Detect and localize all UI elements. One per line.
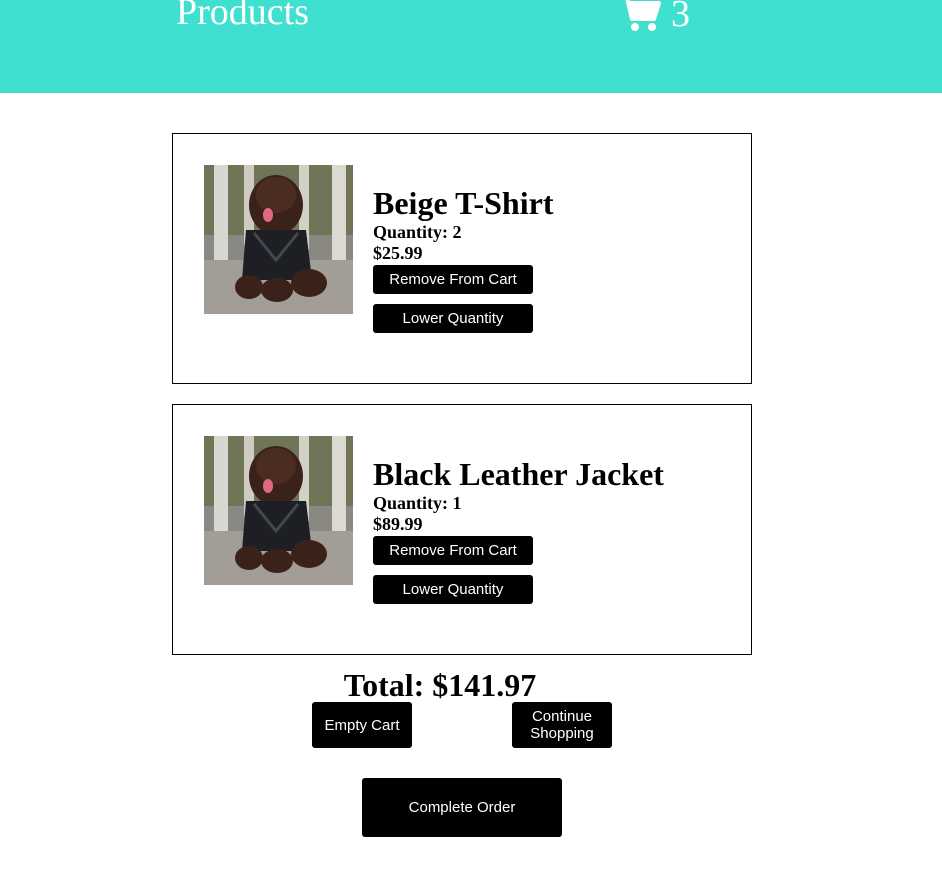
cart-item-info: Black Leather Jacket Quantity: 1 $89.99	[373, 455, 664, 534]
remove-from-cart-button[interactable]: Remove From Cart	[373, 265, 533, 294]
cart-count[interactable]: 3	[671, 0, 690, 38]
complete-order-button[interactable]: Complete Order	[362, 778, 562, 837]
product-price: $89.99	[373, 514, 423, 534]
header-bar: Products 3	[0, 0, 942, 93]
cart-total: Total: $141.97	[343, 667, 537, 703]
remove-from-cart-button[interactable]: Remove From Cart	[373, 536, 533, 565]
cart-link[interactable]: 3	[619, 0, 690, 39]
product-name: Beige T-Shirt	[373, 185, 554, 221]
page-title[interactable]: Products	[176, 0, 309, 36]
cart-item-card: Black Leather Jacket Quantity: 1 $89.99 …	[172, 404, 752, 655]
product-quantity: Quantity: 2	[373, 222, 462, 242]
product-price: $25.99	[373, 243, 423, 263]
lower-quantity-button[interactable]: Lower Quantity	[373, 575, 533, 604]
empty-cart-button[interactable]: Empty Cart	[312, 702, 412, 748]
shopping-cart-icon[interactable]	[619, 0, 661, 39]
continue-shopping-button[interactable]: Continue Shopping	[512, 702, 612, 748]
lower-quantity-button[interactable]: Lower Quantity	[373, 304, 533, 333]
product-name: Black Leather Jacket	[373, 456, 664, 492]
cart-item-info: Beige T-Shirt Quantity: 2 $25.99	[373, 184, 553, 263]
product-image	[204, 436, 353, 585]
cart-item-card: Beige T-Shirt Quantity: 2 $25.99 Remove …	[172, 133, 752, 384]
product-image	[204, 165, 353, 314]
product-quantity: Quantity: 1	[373, 493, 462, 513]
